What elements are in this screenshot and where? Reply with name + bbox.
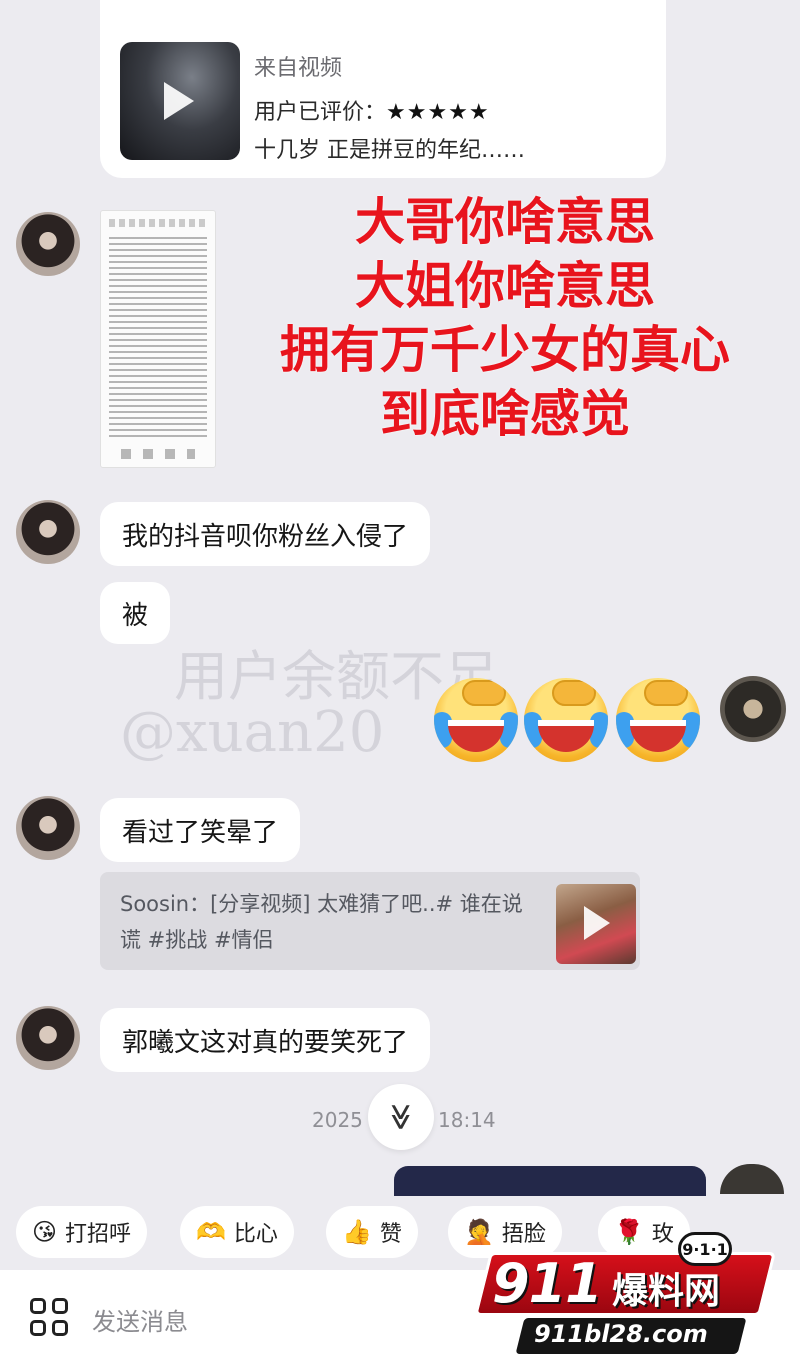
logo-url: 911bl28.com (534, 1320, 708, 1348)
message-bubble[interactable]: 郭曦文这对真的要笑死了 (100, 1008, 431, 1072)
screenshot-image-message[interactable] (100, 210, 216, 468)
timestamp-time: 18:14 (438, 1108, 496, 1132)
laughing-crying-emoji-icon[interactable] (524, 678, 608, 762)
scroll-to-bottom-button[interactable]: ≫ (368, 1084, 434, 1150)
message-bubble[interactable]: 被 (100, 582, 171, 644)
my-avatar[interactable] (720, 676, 786, 742)
play-icon (584, 906, 610, 940)
quick-reply-heart[interactable]: 🫶 比心 (180, 1206, 294, 1258)
contact-avatar[interactable] (16, 1006, 80, 1070)
hand-shape (462, 680, 506, 706)
shared-video-text: Soosin：[分享视频] 太难猜了吧..# 谁在说谎 #挑战 #情侣 (120, 892, 523, 952)
double-chevron-down-icon: ≫ (386, 1103, 416, 1131)
rating-row: 用户已评价：★★★★★ (254, 94, 490, 126)
watermark-handle: @xuan20 (120, 700, 385, 765)
video-source-label: 来自视频 (254, 56, 343, 81)
grid-square (52, 1320, 68, 1336)
quick-reply-label: 比心 (233, 1222, 278, 1247)
shared-video-thumbnail[interactable] (556, 884, 636, 964)
quick-reply-label: 赞 (379, 1222, 402, 1247)
red-caption-overlay: 大哥你啥意思 大姐你啥意思 拥有万千少女的真心 到底啥感觉 (210, 190, 800, 446)
site-logo: 9·1·1 911 爆料网 911bl28.com (464, 1232, 776, 1358)
laughing-crying-emoji-icon[interactable] (616, 678, 700, 762)
mouth-shape (630, 720, 686, 752)
logo-number: 911 (492, 1252, 603, 1315)
rating-label: 用户已评价： (254, 100, 387, 125)
heart-hands-icon: 🫶 (196, 1218, 226, 1246)
quick-reply-greet[interactable]: 😘 打招呼 (16, 1206, 148, 1258)
apps-grid-icon[interactable] (30, 1298, 70, 1338)
hand-shape (552, 680, 596, 706)
laughing-crying-emoji-icon[interactable] (434, 678, 518, 762)
play-icon (164, 82, 194, 120)
my-avatar[interactable] (720, 1164, 784, 1194)
document-header (109, 219, 207, 227)
message-input[interactable]: 发送消息 (92, 1302, 188, 1337)
contact-avatar[interactable] (16, 500, 80, 564)
message-bubble[interactable]: 我的抖音呗你粉丝入侵了 (100, 502, 431, 566)
grid-square (30, 1298, 46, 1314)
star-rating-icon: ★★★★★ (386, 100, 490, 125)
sent-message-partial[interactable] (394, 1166, 706, 1196)
document-toolbar (121, 449, 195, 459)
video-description: 十几岁 正是拼豆的年纪…… (254, 138, 525, 163)
logo-badge: 9·1·1 (678, 1232, 732, 1266)
caption-line-4: 到底啥感觉 (380, 385, 630, 443)
mouth-shape (538, 720, 594, 752)
timestamp-date: 2025 (312, 1108, 363, 1132)
logo-brand-name: 爆料网 (612, 1271, 721, 1312)
message-bubble[interactable]: 看过了笑晕了 (100, 798, 301, 862)
document-text-lines (109, 237, 207, 441)
mouth-shape (448, 720, 504, 752)
grid-square (52, 1298, 68, 1314)
hand-shape (644, 680, 688, 706)
caption-line-2: 大姐你啥意思 (355, 257, 655, 315)
caption-line-1: 大哥你啥意思 (355, 193, 655, 251)
caption-line-3: 拥有万千少女的真心 (280, 321, 730, 379)
quick-reply-label: 打招呼 (65, 1222, 132, 1247)
contact-avatar[interactable] (16, 796, 80, 860)
thumbs-up-icon: 👍 (342, 1218, 372, 1246)
video-thumbnail[interactable] (120, 42, 240, 160)
kiss-face-icon: 😘 (32, 1218, 58, 1246)
grid-square (30, 1320, 46, 1336)
contact-avatar[interactable] (16, 212, 80, 276)
quick-reply-like[interactable]: 👍 赞 (326, 1206, 418, 1258)
